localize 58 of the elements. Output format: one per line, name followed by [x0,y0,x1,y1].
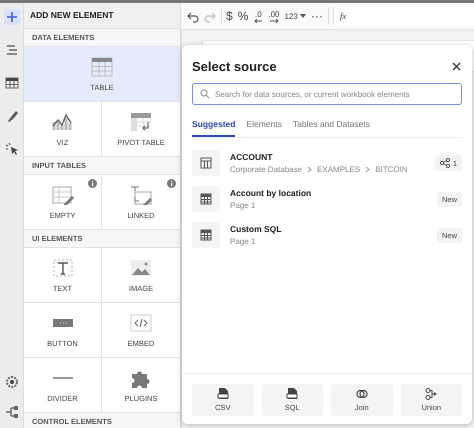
table-icon [90,56,114,76]
chevron-icon [365,166,370,173]
panel-title: ADD NEW ELEMENT [24,3,180,29]
code-icon [129,312,153,332]
arrow-icon [253,18,264,22]
pointer-icon [4,142,18,156]
nodes-icon [440,158,450,168]
plus-tool[interactable] [4,9,20,25]
join-icon [356,388,368,400]
decimal-label: .00 [268,10,280,18]
pointer-tool[interactable] [4,141,20,157]
format-button[interactable]: ··· [310,8,323,24]
source-location: Page 1 [230,201,256,210]
close-button[interactable] [450,60,462,72]
list-icon [4,43,18,57]
path-label: EXAMPLES [317,165,360,174]
divider-icon [52,376,72,378]
undo-icon [187,10,199,22]
number-format-dropdown[interactable]: 123 [284,8,306,24]
table-tool[interactable] [4,75,20,91]
chevron-icon [307,166,312,173]
lineage-tool[interactable] [4,404,20,420]
image-icon [129,258,153,278]
table-icon [200,229,212,241]
caret-icon [300,14,306,18]
chart-icon [50,112,74,132]
pivot-table-icon [129,112,153,132]
table-icon [200,193,212,205]
close-icon [452,62,460,70]
table-icon [4,76,18,90]
format-button[interactable]: $ [226,8,233,24]
linked-table-icon [129,184,153,204]
decimal-button[interactable]: .0 [253,8,264,24]
path-label: BITCOIN [375,165,408,174]
tab[interactable]: Suggested [192,116,236,137]
plus-icon [4,10,18,24]
path-label: Corporate Database [230,165,302,174]
source-name: ACCOUNT [230,152,274,162]
tab[interactable]: Tables and Datasets [292,116,370,137]
table-icon [200,157,212,169]
redo-icon [204,10,216,22]
dialog-title: Select source [192,58,277,74]
arrow-icon [268,18,279,22]
formula-bar[interactable]: fx [332,7,474,25]
source-location: Page 1 [230,237,256,246]
format-button[interactable]: % [238,8,248,24]
union-icon [425,388,438,400]
table-edit-icon [50,184,74,204]
search-field[interactable]: Search for data sources, or current workbook elements [192,83,462,105]
decimal-button[interactable]: .00 [268,8,280,24]
text-icon [50,258,74,278]
function-label: fx [340,11,346,21]
source-name: Account by location [230,188,312,198]
lineage-icon [4,405,18,419]
tab[interactable]: Elements [246,116,282,137]
source-name: Custom SQL [230,224,282,234]
decimal-label: .0 [255,10,262,18]
search-icon [200,89,210,99]
